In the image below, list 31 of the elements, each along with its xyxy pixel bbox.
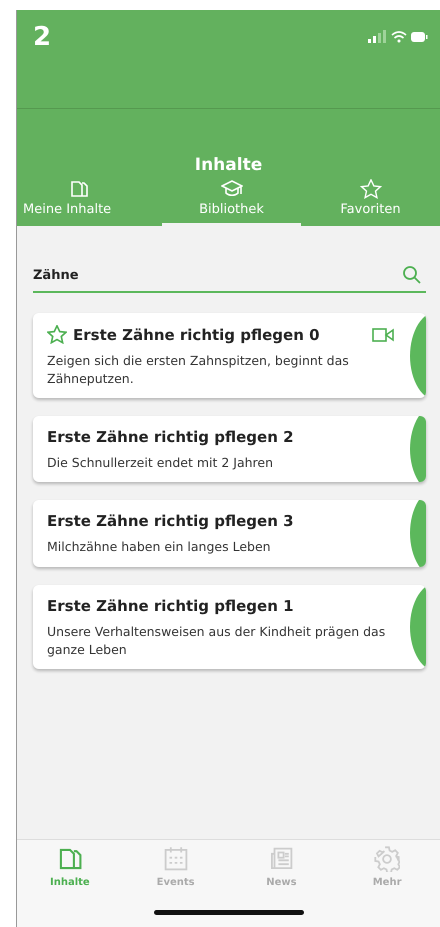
graduation-cap-icon	[220, 179, 242, 199]
content-card[interactable]: Erste Zähne richtig pflegen 2 Die Schnullerzeit endet mit 2 Jahren	[33, 416, 426, 482]
calendar-icon	[162, 846, 189, 872]
tab[interactable]: Favoriten	[301, 179, 440, 226]
settings-icon	[374, 846, 400, 872]
card-description: Die Schnullerzeit endet mit 2 Jahren	[47, 454, 274, 472]
star-icon[interactable]	[47, 325, 67, 344]
newspaper-icon	[268, 846, 294, 872]
tab[interactable]: Bibliothek	[162, 179, 301, 226]
nav-item[interactable]: Inhalte	[17, 846, 123, 907]
card-title: Erste Zähne richtig pflegen 2	[47, 428, 294, 446]
star-icon	[360, 179, 382, 199]
content-card[interactable]: Erste Zähne richtig pflegen 3 Milchzähne haben ein langes Leben	[33, 500, 426, 566]
status-icons	[368, 30, 428, 44]
card-title: Erste Zähne richtig pflegen 1	[47, 596, 294, 614]
documents-icon	[69, 179, 89, 199]
card-title: Erste Zähne richtig pflegen 0	[73, 326, 320, 344]
search-icon	[402, 264, 422, 284]
figure-number: 2	[33, 21, 52, 54]
nav-item[interactable]: Events	[122, 846, 228, 907]
screen-title: Inhalte	[194, 155, 264, 175]
card-description: Unsere Verhaltensweisen aus der Kindheit prägen das ganze Leben	[47, 622, 386, 659]
content-card[interactable]: Erste Zähne richtig pflegen 1 Unsere Verhaltensweisen aus der Kindheit prägen das ganze Leben	[33, 584, 426, 669]
card-title: Erste Zähne richtig pflegen 3	[47, 512, 294, 530]
tab[interactable]: Meine Inhalte	[17, 179, 162, 226]
content-card[interactable]: Erste Zähne richtig pflegen 0 Zeigen sich die ersten Zahnspitzen, beginnt das Zähneputzen.	[33, 313, 426, 398]
nav-item[interactable]: Mehr	[334, 846, 440, 907]
search-field[interactable]: Zähne	[33, 258, 402, 291]
card-description: Milchzähne haben ein langes Leben	[47, 538, 272, 556]
card-description: Zeigen sich die ersten Zahnspitzen, beginnt das Zähneputzen.	[47, 352, 350, 388]
nav-item[interactable]: News	[228, 846, 334, 907]
